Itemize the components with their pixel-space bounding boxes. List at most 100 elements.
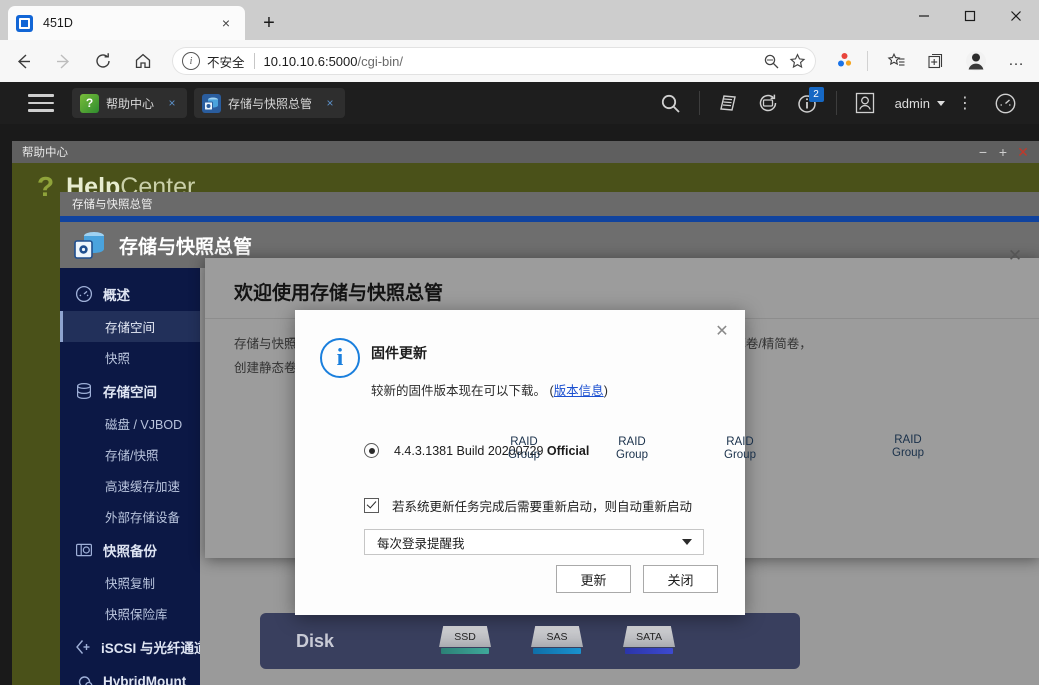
backup-sync-icon[interactable]: [748, 86, 788, 120]
minimize-icon[interactable]: [901, 0, 947, 32]
window-controls: [901, 0, 1039, 40]
qnap-nav-actions: 2 admin ⋮: [651, 86, 1039, 120]
help-center-title: 帮助中心: [22, 147, 68, 159]
tab-strip: 451D × +: [8, 5, 284, 40]
settings-more-icon[interactable]: …: [999, 44, 1033, 78]
chevron-down-icon[interactable]: [682, 539, 692, 545]
firmware-close-icon[interactable]: ✕: [707, 316, 737, 346]
site-info-icon[interactable]: i: [182, 52, 200, 70]
sidebar-item-storage-snapshots[interactable]: 存储/快照: [60, 439, 200, 470]
search-page-icon[interactable]: [758, 48, 784, 74]
close-icon[interactable]: ✕: [1013, 142, 1033, 162]
close-button[interactable]: 关闭: [643, 565, 718, 593]
help-center-window-controls: − + ✕: [973, 142, 1039, 162]
sidebar-item-cache-acceleration[interactable]: 高速缓存加速: [60, 470, 200, 501]
reload-icon[interactable]: [86, 44, 120, 78]
close-icon[interactable]: [993, 0, 1039, 32]
sidebar-group-iscsi[interactable]: iSCSI 与光纤通道: [60, 629, 200, 664]
auto-reboot-checkbox-row[interactable]: 若系统更新任务完成后需要重新启动，则自动重新启动: [364, 496, 692, 515]
user-icon[interactable]: [845, 86, 885, 120]
search-icon[interactable]: [651, 86, 691, 120]
collections-icon[interactable]: [828, 44, 862, 78]
sidebar-item-snapshot-vault[interactable]: 快照保险库: [60, 598, 200, 629]
auto-reboot-label: 若系统更新任务完成后需要重新启动，则自动重新启动: [392, 500, 693, 514]
storage-snapshots-icon: [202, 93, 222, 113]
browser-titlebar: 451D × +: [0, 0, 1039, 40]
nav-divider: [835, 91, 837, 115]
notification-badge: 2: [808, 87, 824, 102]
browser-tab[interactable]: 451D ×: [8, 6, 245, 40]
sidebar-group-snapshot-backup[interactable]: 快照备份: [60, 532, 200, 567]
sidebar-group-label: 快照备份: [103, 543, 157, 559]
minimize-icon[interactable]: −: [973, 142, 993, 162]
qnap-tab-close-icon[interactable]: ×: [163, 94, 181, 112]
qnap-tab-close-icon[interactable]: ×: [321, 94, 339, 112]
sidebar-group-storage[interactable]: 存储空间: [60, 373, 200, 408]
back-icon[interactable]: [6, 44, 40, 78]
sidebar-group-label: 概述: [103, 287, 130, 303]
raid-line2: Group: [724, 449, 756, 461]
url-host: 10.10.10.6:5000: [263, 53, 358, 69]
sidebar-group-hybridmount[interactable]: HybridMount: [60, 664, 200, 685]
maximize-icon[interactable]: [947, 0, 993, 32]
reminder-frequency-select[interactable]: 每次登录提醒我: [364, 529, 704, 555]
hamburger-menu-icon[interactable]: [28, 94, 54, 112]
question-mark-icon: ?: [37, 171, 55, 202]
release-notes-link[interactable]: 版本信息: [554, 384, 604, 398]
qnap-desktop: ? 帮助中心 × 存储与快照总管 × 2 admin ⋮ 帮助中心 − + ✕ …: [0, 82, 1039, 685]
admin-user-label[interactable]: admin: [895, 96, 930, 111]
firmware-dialog-title: 固件更新: [371, 345, 427, 361]
sidebar-item-snapshot[interactable]: 快照: [60, 342, 200, 373]
update-button[interactable]: 更新: [556, 565, 631, 593]
toolbar-divider: [867, 51, 868, 71]
qnap-tab-storage[interactable]: 存储与快照总管 ×: [194, 88, 346, 118]
maximize-icon[interactable]: +: [993, 142, 1013, 162]
notification-icon[interactable]: 2: [788, 86, 828, 120]
forward-icon: [46, 44, 80, 78]
disk-sas: SAS: [531, 626, 584, 656]
disk-ssd: SSD: [439, 626, 492, 656]
storage-app-title: 存储与快照总管: [119, 236, 253, 258]
home-icon[interactable]: [126, 44, 160, 78]
raid-line1: RAID: [894, 434, 922, 446]
sidebar-group-label: HybridMount: [103, 674, 187, 685]
firmware-version-radio[interactable]: [364, 443, 379, 458]
auto-reboot-checkbox[interactable]: [364, 498, 379, 513]
omnibox-actions: [758, 48, 810, 74]
reminder-frequency-value: 每次登录提醒我: [377, 536, 465, 551]
toolbar-right: …: [822, 44, 1039, 78]
sidebar-item-disks-vjbod[interactable]: 磁盘 / VJBOD: [60, 408, 200, 439]
disk-label-text: SAS: [546, 630, 568, 643]
favorites-bar-icon[interactable]: [879, 44, 913, 78]
qnap-tab-help-center[interactable]: ? 帮助中心 ×: [72, 88, 188, 118]
storage-window-titlebar[interactable]: 存储与快照总管: [60, 192, 1039, 216]
more-options-icon[interactable]: ⋮: [945, 86, 985, 120]
url-text: 10.10.10.6:5000/cgi-bin/: [264, 54, 404, 69]
dashboard-icon[interactable]: [985, 86, 1025, 120]
info-circle-icon: i: [320, 338, 360, 378]
help-center-titlebar[interactable]: 帮助中心 − + ✕: [12, 141, 1039, 163]
file-station-icon[interactable]: [708, 86, 748, 120]
sidebar-item-snapshot-replica[interactable]: 快照复制: [60, 567, 200, 598]
sidebar-item-external-storage[interactable]: 外部存储设备: [60, 501, 200, 532]
address-bar[interactable]: i 不安全 10.10.10.6:5000/cgi-bin/: [172, 47, 816, 75]
favorite-star-icon[interactable]: [784, 48, 810, 74]
welcome-close-icon[interactable]: ✕: [1002, 243, 1028, 269]
sidebar-group-overview[interactable]: 概述: [60, 276, 200, 311]
sidebar-item-storage-space[interactable]: 存储空间: [60, 311, 200, 342]
disk-label-text: SSD: [454, 630, 476, 643]
tab-close-icon[interactable]: ×: [215, 12, 237, 34]
qnap-tab-label: 存储与快照总管: [228, 96, 313, 111]
chevron-down-icon[interactable]: [937, 100, 945, 106]
help-center-icon: ?: [80, 93, 99, 113]
storage-snapshots-icon: [74, 230, 106, 260]
disk-bar: Disk SSD SAS SATA: [260, 613, 800, 669]
qnap-favicon-icon: [16, 14, 33, 32]
disk-label-text: SATA: [636, 630, 662, 643]
firmware-update-dialog: ✕ i 固件更新 较新的固件版本现在可以下载。 (版本信息) 4.4.3.138…: [295, 310, 745, 615]
new-tab-button[interactable]: +: [254, 8, 284, 38]
tab-preview-icon[interactable]: [919, 44, 953, 78]
profile-avatar-icon[interactable]: [959, 44, 993, 78]
raid-line2: Group: [892, 447, 924, 459]
firmware-dialog-buttons: 更新 关闭: [544, 565, 718, 593]
